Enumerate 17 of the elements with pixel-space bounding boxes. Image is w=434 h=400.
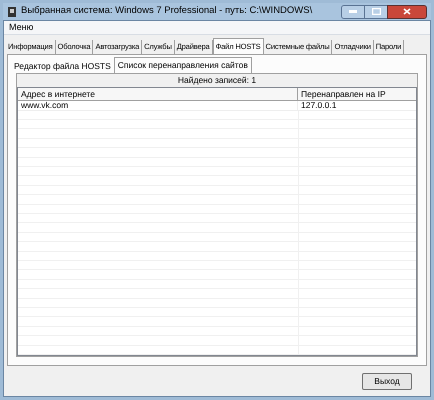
records-count: Найдено записей: 1 <box>176 74 258 87</box>
menu-item[interactable]: Меню <box>4 20 38 34</box>
window-title: Выбранная система: Windows 7 Professional - путь: C:\WINDOWS\ <box>21 4 314 18</box>
maximize-button[interactable] <box>365 4 387 18</box>
minimize-button[interactable] <box>341 4 365 18</box>
close-button[interactable] <box>387 4 427 18</box>
table-cell: www.vk.com <box>18 101 298 110</box>
close-icon <box>403 8 411 15</box>
column-header[interactable]: Перенаправлен на IP <box>298 88 416 100</box>
minimize-icon <box>349 10 357 13</box>
tab[interactable]: Список перенаправления сайтов <box>114 57 252 73</box>
exit-button[interactable]: Выход <box>362 372 412 390</box>
maximize-icon <box>372 8 380 15</box>
app-icon <box>7 6 17 18</box>
table-cell-text: 127.0.0.1 <box>300 101 338 110</box>
column-header[interactable]: Адрес в интернете <box>18 88 298 100</box>
tab[interactable]: Редактор файла HOSTS <box>11 59 114 73</box>
